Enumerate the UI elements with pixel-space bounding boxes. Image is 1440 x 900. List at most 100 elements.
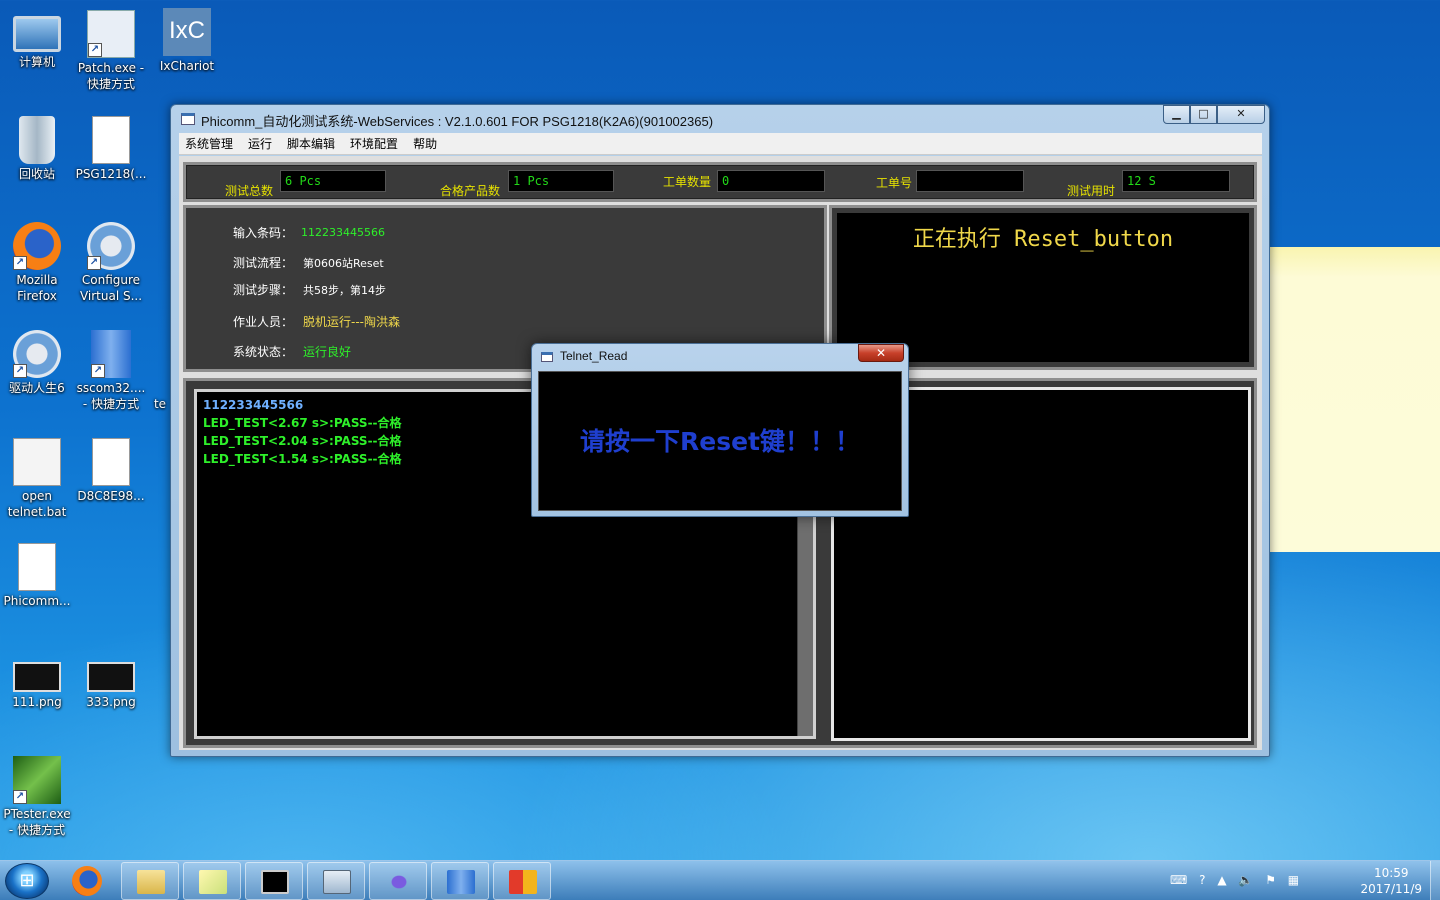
desktop-icon-333png[interactable]: 333.png — [75, 652, 147, 710]
desktop-icon-label: te — [153, 397, 167, 411]
desktop-icon-patch[interactable]: ↗ Patch.exe - 快捷方式 — [75, 10, 147, 92]
desktop-icon-sscom[interactable]: ↗ sscom32.... - 快捷方式 — [75, 330, 147, 412]
desktop-icon-label: Mozilla Firefox — [16, 273, 58, 303]
clock-date: 2017/11/9 — [1360, 882, 1422, 896]
taskbar: ⊞ ⌨ ? ▲ 🔈 ⚑ ▦ 10:59 2017/11/9 — [0, 860, 1440, 900]
step-label: 测试步骤： — [233, 283, 294, 297]
order-no-label: 工单号 — [876, 176, 913, 190]
desktop-icon-label: PTester.exe - 快捷方式 — [3, 807, 71, 837]
time-label: 测试用时 — [1067, 184, 1116, 198]
window-controls: ▁ □ ✕ — [1163, 105, 1265, 124]
clock-time: 10:59 — [1373, 866, 1409, 880]
desktop-icon-configure[interactable]: ↗ Configure Virtual S... — [75, 222, 147, 304]
desktop-icon-open-telnet[interactable]: open telnet.bat — [1, 438, 73, 520]
desktop-icon-label: Phicomm... — [3, 594, 71, 608]
desktop-icon-partial[interactable]: te — [150, 396, 170, 412]
desktop-icon-label: PSG1218(... — [75, 167, 147, 181]
firefox-icon: ↗ — [13, 222, 61, 270]
taskbar-phicomm-app[interactable] — [307, 862, 365, 900]
log-line: LED_TEST<2.67 s>:PASS--合格 — [203, 416, 402, 430]
menu-system-management[interactable]: 系统管理 — [185, 135, 233, 152]
dialog-close-button[interactable]: ✕ — [858, 344, 904, 362]
minimize-button[interactable]: ▁ — [1163, 105, 1190, 124]
order-qty-value: 0 — [717, 170, 825, 192]
step-value: 共58步，第14步 — [303, 284, 386, 297]
log-line: LED_TEST<1.54 s>:PASS--合格 — [203, 452, 402, 466]
dialog-message: 请按一下Reset键！！！ — [580, 427, 860, 456]
desktop-icon-label: D8C8E98... — [77, 489, 145, 503]
status-label: 系统状态： — [233, 345, 294, 359]
desktop-icon-d8c8e98[interactable]: D8C8E98... — [75, 438, 147, 504]
desktop: { "desktop_icons": [ {"label": "计算机", "i… — [0, 0, 1440, 900]
keyboard-icon[interactable]: ⌨ — [1170, 873, 1187, 887]
desktop-icon-ixchariot[interactable]: IxC IxChariot — [151, 8, 223, 74]
operator-label: 作业人员： — [233, 315, 294, 329]
sticky-notes-icon — [199, 870, 227, 894]
desktop-icon-label: 计算机 — [18, 55, 55, 69]
operator-value: 脱机运行---陶洪森 — [303, 315, 400, 329]
flow-value: 第0606站Reset — [303, 257, 384, 270]
dialog-body: 请按一下Reset键！！！ — [538, 371, 902, 511]
desktop-icon-label: Patch.exe - 快捷方式 — [77, 61, 145, 91]
folder-icon — [137, 870, 165, 894]
flow-label: 测试流程： — [233, 256, 294, 270]
network-icon[interactable]: ▦ — [1288, 873, 1299, 887]
taskbar-tester[interactable] — [493, 862, 551, 900]
taskbar-sscom[interactable] — [431, 862, 489, 900]
order-no-value — [916, 170, 1024, 192]
log-lines: 112233445566 LED_TEST<2.67 s>:PASS--合格 L… — [203, 396, 402, 468]
desktop-icon-phicomm[interactable]: Phicomm... — [1, 543, 73, 609]
desktop-icon-computer[interactable]: 计算机 — [1, 10, 73, 70]
menu-run[interactable]: 运行 — [248, 135, 272, 152]
ixchariot-icon: IxC — [163, 8, 211, 56]
start-button[interactable]: ⊞ — [5, 863, 49, 899]
order-qty-label: 工单数量 — [663, 175, 712, 189]
flag-icon[interactable]: ⚑ — [1265, 873, 1276, 887]
menu-bar: 系统管理 运行 脚本编辑 环境配置 帮助 — [179, 133, 1262, 155]
window-title: Phicomm_自动化测试系统-WebServices : V2.1.0.601… — [201, 114, 714, 129]
menu-script-edit[interactable]: 脚本编辑 — [287, 135, 335, 152]
desktop-icon-ptester[interactable]: ↗ PTester.exe - 快捷方式 — [1, 756, 73, 838]
help-icon[interactable]: ? — [1199, 873, 1205, 887]
desktop-icon-firefox[interactable]: ↗ Mozilla Firefox — [1, 222, 73, 304]
desktop-icon-111png[interactable]: 111.png — [1, 652, 73, 710]
show-hidden-icon[interactable]: ▲ — [1217, 873, 1226, 887]
desktop-icon-label: 111.png — [12, 695, 62, 709]
show-desktop-button[interactable] — [1430, 861, 1440, 900]
close-button[interactable]: ✕ — [1217, 105, 1265, 124]
executing-text: 正在执行 Reset_button — [837, 213, 1249, 362]
infinity-icon — [385, 870, 413, 894]
dialog-app-icon — [541, 352, 553, 362]
taskbar-notes[interactable] — [183, 862, 241, 900]
png-file-icon — [13, 662, 61, 692]
app-window-icon — [323, 870, 351, 894]
maximize-button[interactable]: □ — [1190, 105, 1217, 124]
html-file-icon — [18, 543, 56, 591]
taskbar-firefox[interactable] — [58, 862, 116, 900]
sscom-icon — [447, 870, 475, 894]
ptester-icon: ↗ — [13, 756, 61, 804]
volume-icon[interactable]: 🔈 — [1238, 873, 1253, 887]
blank-file-icon — [92, 438, 130, 486]
app-icon — [181, 113, 195, 125]
taskbar-visual-studio[interactable] — [369, 862, 427, 900]
status-value: 运行良好 — [303, 345, 352, 359]
taskbar-cmd[interactable] — [245, 862, 303, 900]
desktop-icon-label: Configure Virtual S... — [79, 273, 143, 303]
configure-icon: ↗ — [87, 222, 135, 270]
driver-gear-icon: ↗ — [13, 330, 61, 378]
desktop-icon-label: IxChariot — [159, 59, 215, 73]
menu-help[interactable]: 帮助 — [413, 135, 437, 152]
desktop-icon-recycle-bin[interactable]: 回收站 — [1, 116, 73, 182]
desktop-icon-label: 驱动人生6 — [9, 381, 65, 395]
desktop-icon-driver[interactable]: ↗ 驱动人生6 — [1, 330, 73, 396]
sticky-note[interactable] — [1268, 247, 1440, 552]
bat-file-icon — [13, 438, 61, 486]
desktop-icon-psg1218[interactable]: PSG1218(... — [75, 116, 147, 182]
system-tray: ⌨ ? ▲ 🔈 ⚑ ▦ 10:59 2017/11/9 — [1170, 861, 1440, 900]
clock[interactable]: 10:59 2017/11/9 — [1360, 865, 1422, 897]
desktop-icon-label: 333.png — [86, 695, 136, 709]
barcode-label: 输入条码： — [233, 226, 294, 240]
taskbar-explorer[interactable] — [121, 862, 179, 900]
menu-env-config[interactable]: 环境配置 — [350, 135, 398, 152]
